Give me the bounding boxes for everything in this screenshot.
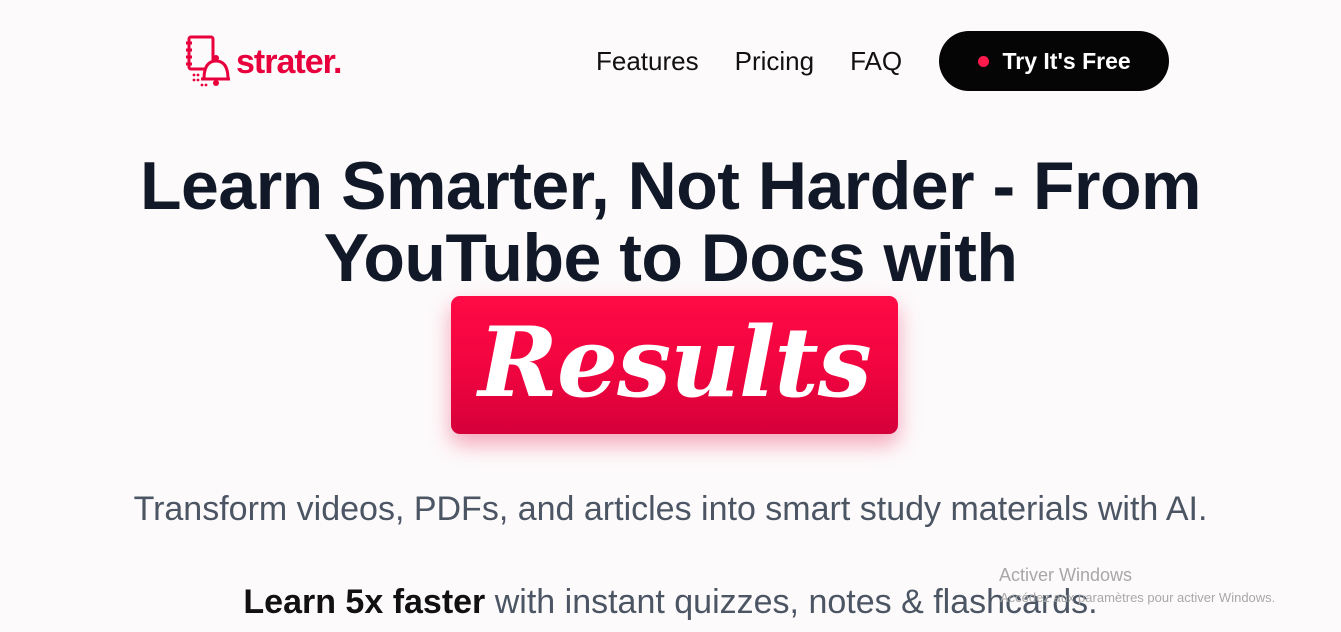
hero-headline: Learn Smarter, Not Harder - From YouTube… [0, 150, 1341, 294]
logo-text: strater. [236, 43, 342, 81]
try-free-label: Try It's Free [1002, 47, 1131, 74]
windows-activation-title: Activer Windows [999, 565, 1133, 585]
subtitle-bold: Learn 5x faster [243, 583, 486, 621]
logo-link[interactable]: strater. [184, 35, 342, 89]
headline-bold-word: Smarter [341, 148, 591, 224]
hero-subtitle: Transform videos, PDFs, and articles int… [133, 490, 1208, 528]
notebook-bell-icon [186, 35, 230, 87]
windows-activation-subtitle: Accédez aux paramètres pour activer Wind… [1000, 590, 1276, 605]
headline-line1-end: , Not Harder - From [590, 148, 1202, 224]
nav-link-features[interactable]: Features [596, 48, 699, 74]
landing-page: strater. Features Pricing FAQ Try It's F… [0, 0, 1341, 632]
results-highlight-box: Results [451, 296, 898, 434]
try-free-button[interactable]: Try It's Free [939, 31, 1170, 91]
main-nav: Features Pricing FAQ Try It's Free [596, 31, 1170, 91]
nav-link-faq[interactable]: FAQ [850, 48, 902, 74]
headline-line1-start: Learn [140, 148, 342, 224]
nav-link-pricing[interactable]: Pricing [735, 48, 814, 74]
results-highlight-text: Results [478, 306, 872, 419]
headline-line2: YouTube to Docs with [323, 220, 1018, 296]
status-dot-icon [977, 55, 989, 67]
